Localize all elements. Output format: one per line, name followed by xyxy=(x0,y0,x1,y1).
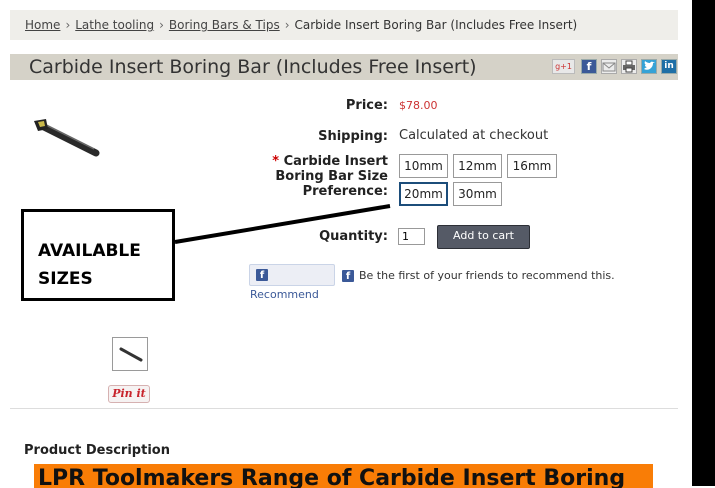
annotation-line1: AVAILABLE xyxy=(38,241,141,261)
description-banner: LPR Toolmakers Range of Carbide Insert B… xyxy=(34,464,653,488)
annotation-callout-box: AVAILABLE SIZES xyxy=(21,209,175,301)
annotation-text: AVAILABLE SIZES xyxy=(38,237,141,293)
annotation-line2: SIZES xyxy=(38,269,93,289)
product-description-heading: Product Description xyxy=(24,443,170,458)
pinterest-pin-button[interactable]: Pin it xyxy=(108,385,150,403)
product-thumbnail[interactable] xyxy=(112,337,148,371)
section-divider xyxy=(10,408,678,409)
